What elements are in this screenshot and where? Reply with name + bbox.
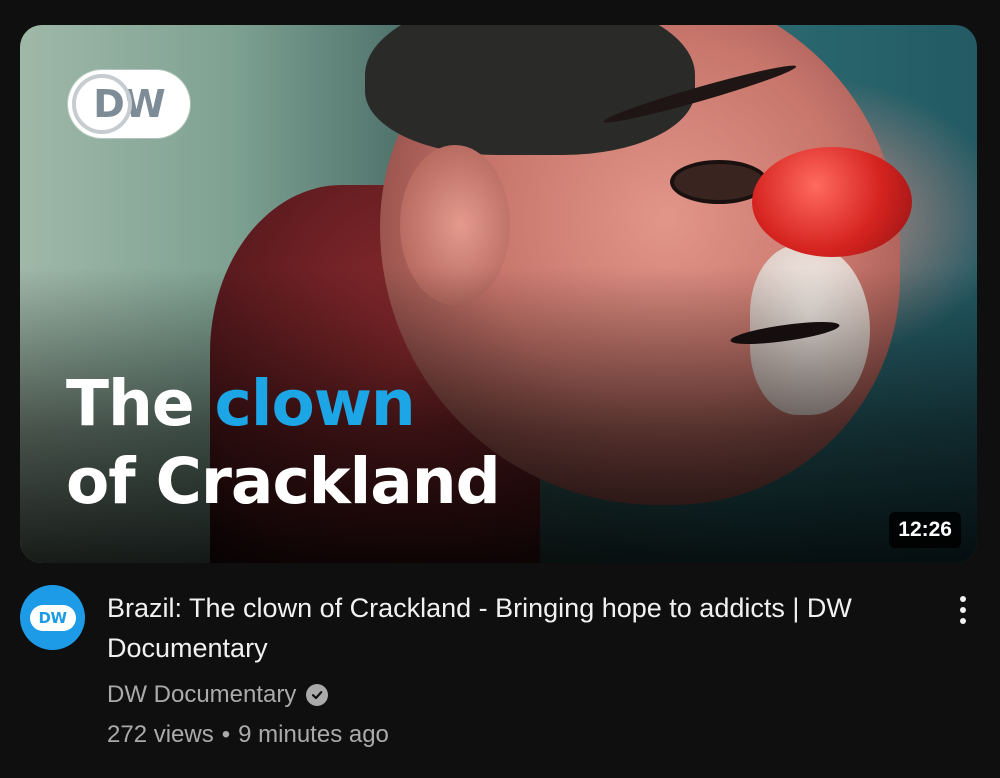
- video-card[interactable]: DW The clown of Crackland 12:26 DW Brazi…: [0, 0, 1000, 778]
- channel-name[interactable]: DW Documentary: [107, 681, 296, 709]
- channel-avatar-text: DW: [38, 608, 68, 627]
- duration-badge: 12:26: [889, 512, 961, 548]
- dw-logo: DW: [68, 70, 190, 138]
- video-meta: Brazil: The clown of Crackland - Bringin…: [107, 588, 927, 752]
- dw-logo-ring: [72, 74, 132, 134]
- video-thumbnail[interactable]: DW The clown of Crackland 12:26: [20, 25, 977, 563]
- more-vert-icon[interactable]: [944, 590, 982, 630]
- overlay-line-2: of Crackland: [66, 445, 501, 518]
- channel-avatar[interactable]: DW: [20, 585, 85, 650]
- video-title[interactable]: Brazil: The clown of Crackland - Bringin…: [107, 588, 927, 668]
- verified-check-icon: [306, 684, 329, 706]
- upload-age: 9 minutes ago: [238, 721, 389, 748]
- thumbnail-overlay-title: The clown of Crackland: [66, 365, 501, 521]
- overlay-line-1: The clown: [66, 365, 500, 443]
- stats-row: 272 views • 9 minutes ago: [107, 718, 927, 752]
- kebab-dot: [960, 607, 966, 613]
- overlay-word-clown: clown: [214, 367, 416, 440]
- view-count: 272 views: [107, 721, 214, 748]
- verified-checkmark: [312, 691, 323, 700]
- kebab-dot: [960, 596, 966, 602]
- channel-avatar-logo: DW: [29, 604, 76, 631]
- stats-separator: •: [221, 721, 231, 748]
- thumbnail-hair: [365, 25, 695, 155]
- kebab-dot: [960, 618, 966, 624]
- channel-row: DW Documentary: [107, 678, 927, 712]
- thumbnail-red-nose: [752, 147, 912, 257]
- overlay-word-the: The: [66, 367, 195, 440]
